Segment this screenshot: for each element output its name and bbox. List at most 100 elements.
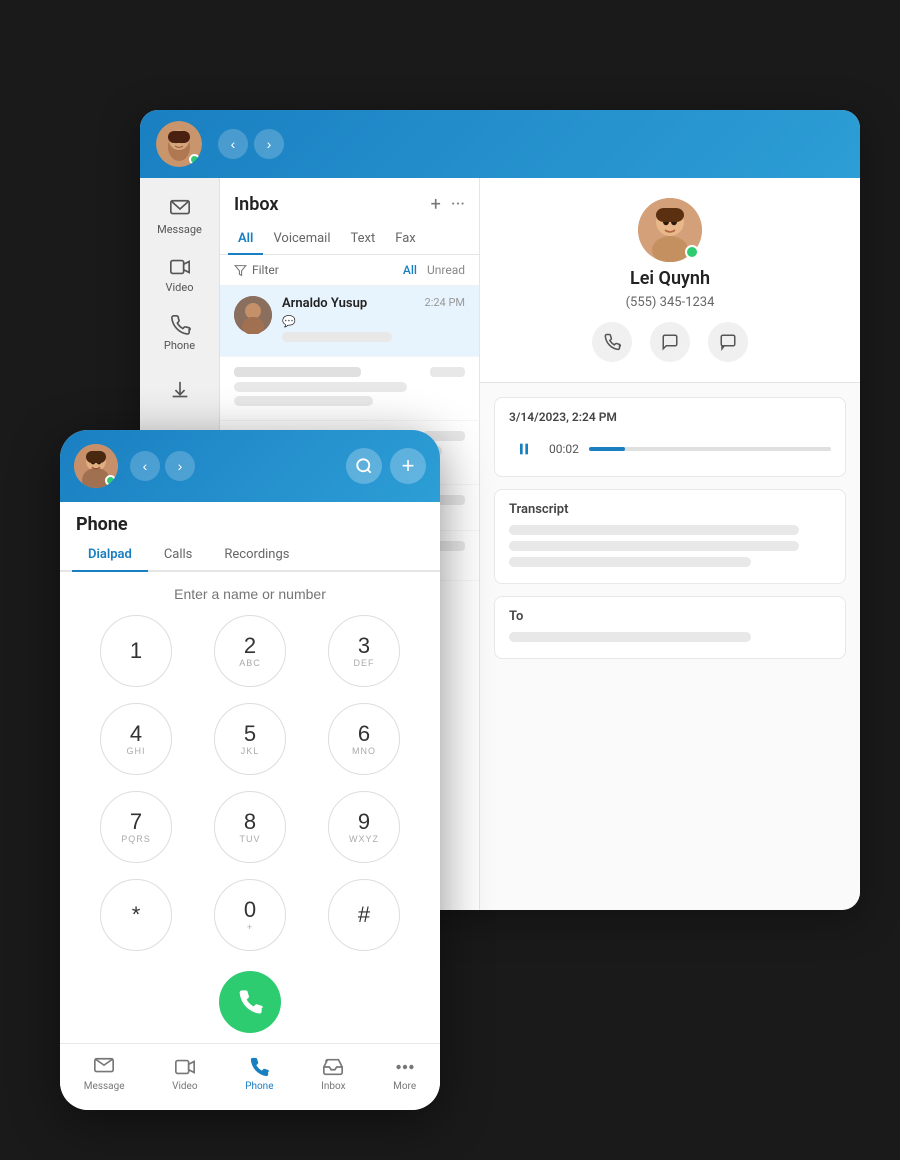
- chat-icon: [661, 333, 679, 351]
- add-button[interactable]: +: [431, 194, 441, 215]
- list-item[interactable]: Arnaldo Yusup 2:24 PM 💬: [220, 286, 479, 357]
- download-icon: [169, 380, 191, 402]
- footer-phone[interactable]: Phone: [237, 1052, 281, 1096]
- more-icon: [394, 1056, 416, 1078]
- list-item[interactable]: [220, 357, 479, 421]
- dialpad-key-9[interactable]: 9WXYZ: [328, 791, 400, 863]
- more-button[interactable]: ···: [451, 194, 465, 215]
- tablet-header: ‹ ›: [140, 110, 860, 178]
- phone-header: ‹ › +: [60, 430, 440, 502]
- dialpad-key-6[interactable]: 6MNO: [328, 703, 400, 775]
- contact-phone: (555) 345-1234: [626, 295, 715, 310]
- dialpad-key-#[interactable]: #: [328, 879, 400, 951]
- phone-icon: [236, 988, 264, 1016]
- nav-forward-button[interactable]: ›: [254, 129, 284, 159]
- sidebar-item-phone[interactable]: Phone: [146, 306, 214, 360]
- audio-progress-fill: [589, 447, 625, 451]
- footer-more[interactable]: More: [385, 1052, 424, 1096]
- pause-button[interactable]: [509, 434, 539, 464]
- footer-inbox-label: Inbox: [321, 1081, 345, 1092]
- phone-input-row: [60, 572, 440, 615]
- avatar: [234, 296, 272, 334]
- call-button[interactable]: [219, 971, 281, 1033]
- avatar: [74, 444, 118, 488]
- item-time: 2:24 PM: [425, 296, 465, 309]
- detail-panel: Lei Quynh (555) 345-1234: [480, 178, 860, 910]
- tab-calls[interactable]: Calls: [148, 539, 209, 570]
- audio-progress-bar[interactable]: [589, 447, 831, 451]
- dialpad-key-7[interactable]: 7PQRS: [100, 791, 172, 863]
- tab-text[interactable]: Text: [341, 223, 386, 254]
- tab-all[interactable]: All: [228, 223, 263, 254]
- phone-tabs: Dialpad Calls Recordings: [60, 539, 440, 572]
- nav-back-button[interactable]: ‹: [218, 129, 248, 159]
- tab-recordings[interactable]: Recordings: [208, 539, 305, 570]
- add-button[interactable]: +: [390, 448, 426, 484]
- filter-label[interactable]: Filter: [252, 263, 279, 277]
- dialpad-key-8[interactable]: 8TUV: [214, 791, 286, 863]
- tab-voicemail[interactable]: Voicemail: [263, 223, 340, 254]
- detail-content: 3/14/2023, 2:24 PM 00:02: [480, 383, 860, 910]
- contact-header: Lei Quynh (555) 345-1234: [480, 178, 860, 383]
- search-icon: [355, 457, 373, 475]
- chat-icon: 💬: [282, 315, 465, 328]
- contact-avatar-img: [234, 296, 272, 334]
- dialpad-key-3[interactable]: 3DEF: [328, 615, 400, 687]
- audio-time: 00:02: [549, 442, 579, 456]
- footer-more-label: More: [393, 1081, 416, 1092]
- dialpad-key-*[interactable]: *: [100, 879, 172, 951]
- audio-player: 00:02: [509, 434, 831, 464]
- inbox-tabs: All Voicemail Text Fax: [220, 223, 479, 255]
- recording-section: 3/14/2023, 2:24 PM 00:02: [494, 397, 846, 477]
- footer-video-label: Video: [172, 1081, 197, 1092]
- inbox-title: Inbox: [234, 194, 278, 215]
- dialpad-key-4[interactable]: 4GHI: [100, 703, 172, 775]
- transcript-label: Transcript: [509, 502, 831, 517]
- search-button[interactable]: [346, 448, 382, 484]
- phone-title: Phone: [76, 514, 128, 535]
- online-indicator: [189, 154, 200, 165]
- phone-icon: [248, 1056, 270, 1078]
- tab-dialpad[interactable]: Dialpad: [72, 539, 148, 572]
- dialpad-key-2[interactable]: 2ABC: [214, 615, 286, 687]
- phone-icon: [169, 314, 191, 336]
- item-content: Arnaldo Yusup 2:24 PM 💬: [282, 296, 465, 346]
- dialpad: 1 2ABC 3DEF 4GHI 5JKL 6MNO 7PQRS 8TUV 9WXYZ * 0+ #: [60, 615, 440, 957]
- sidebar-item-video[interactable]: Video: [146, 248, 214, 302]
- to-section: To: [494, 596, 846, 659]
- recording-date: 3/14/2023, 2:24 PM: [509, 410, 831, 424]
- nav-forward-button[interactable]: ›: [165, 451, 195, 481]
- sidebar-video-label: Video: [166, 281, 194, 294]
- footer-phone-label: Phone: [245, 1081, 273, 1092]
- phone-app: ‹ › + Phone Dialpad Calls Recordings: [60, 430, 440, 1110]
- sidebar-phone-label: Phone: [164, 339, 195, 352]
- sidebar-message-label: Message: [157, 223, 202, 236]
- filter-all[interactable]: All: [403, 263, 417, 277]
- nav-back-button[interactable]: ‹: [130, 451, 160, 481]
- online-indicator: [105, 475, 116, 486]
- item-name: Arnaldo Yusup: [282, 296, 367, 311]
- footer-message[interactable]: Message: [76, 1052, 133, 1096]
- dialpad-key-0[interactable]: 0+: [214, 879, 286, 951]
- phone-footer: Message Video Phone Inbox: [60, 1043, 440, 1110]
- inbox-header: Inbox + ···: [220, 178, 479, 223]
- comment-button[interactable]: [708, 322, 748, 362]
- footer-video[interactable]: Video: [164, 1052, 205, 1096]
- contact-name: Lei Quynh: [630, 268, 710, 289]
- call-button[interactable]: [592, 322, 632, 362]
- filter-icon: [234, 264, 247, 277]
- sidebar-item-message[interactable]: Message: [146, 190, 214, 244]
- call-btn-row: [60, 957, 440, 1043]
- avatar: [156, 121, 202, 167]
- chat-button[interactable]: [650, 322, 690, 362]
- sidebar-item-more[interactable]: [146, 372, 214, 410]
- video-icon: [169, 256, 191, 278]
- footer-inbox[interactable]: Inbox: [313, 1052, 353, 1096]
- dialpad-key-1[interactable]: 1: [100, 615, 172, 687]
- dialpad-input[interactable]: [76, 586, 424, 602]
- nav-arrows: ‹ ›: [218, 129, 284, 159]
- dialpad-key-5[interactable]: 5JKL: [214, 703, 286, 775]
- filter-unread[interactable]: Unread: [427, 263, 465, 277]
- video-icon: [174, 1056, 196, 1078]
- tab-fax[interactable]: Fax: [385, 223, 426, 254]
